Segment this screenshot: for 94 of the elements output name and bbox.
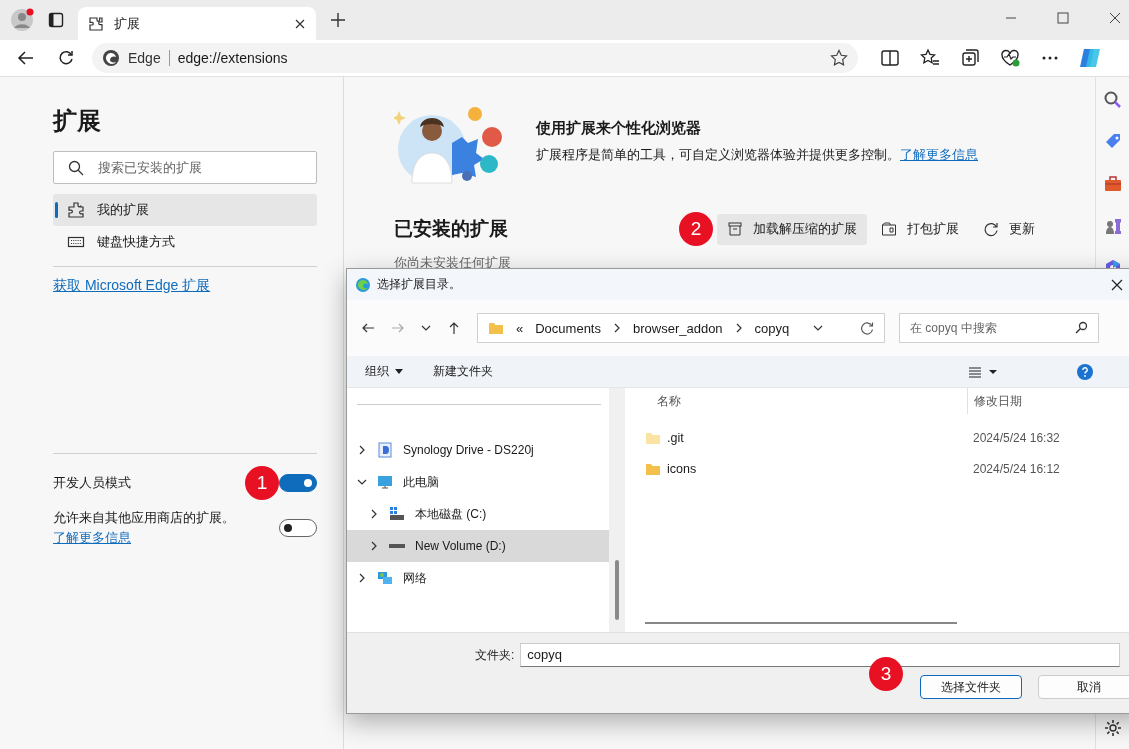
split-screen-icon[interactable]: [880, 48, 900, 68]
nav-item[interactable]: 键盘快捷方式: [53, 226, 317, 258]
dialog-button[interactable]: 选择文件夹: [920, 675, 1022, 699]
folder-field[interactable]: copyq: [520, 643, 1121, 667]
action-button[interactable]: 加载解压缩的扩展: [717, 213, 867, 245]
up-icon[interactable]: [447, 321, 461, 335]
chevron-down-icon[interactable]: [357, 477, 367, 487]
tree-item[interactable]: 本地磁盘 (C:): [347, 498, 609, 530]
setting-label: 允许来自其他应用商店的扩展。 了解更多信息: [53, 509, 236, 547]
file-name[interactable]: icons: [625, 461, 973, 476]
address-bar[interactable]: Edge edge://extensions: [92, 43, 858, 73]
section-title: 已安装的扩展: [394, 217, 509, 241]
chevron-right-icon[interactable]: [369, 509, 379, 519]
path-overflow[interactable]: «: [516, 320, 524, 336]
command-button[interactable]: 新建文件夹: [433, 363, 493, 380]
toggle-switch[interactable]: [279, 474, 317, 492]
dialog-title: 选择扩展目录。: [377, 276, 461, 293]
caret-icon: [395, 369, 403, 374]
pack-icon: [881, 221, 897, 237]
modified-date: 2024/5/24 16:32: [973, 430, 1060, 445]
folder-icon: [488, 321, 504, 335]
edge-logo-icon: [355, 276, 371, 293]
system-disk-icon: [389, 506, 405, 522]
performance-heart-icon[interactable]: [1000, 48, 1020, 68]
search-icon: [68, 159, 84, 176]
tab-actions-icon[interactable]: [48, 12, 64, 28]
chevron-right-icon: [613, 323, 621, 333]
edge-logo-icon: [102, 49, 120, 67]
chevron-down-icon[interactable]: [813, 323, 824, 333]
toolbox-icon[interactable]: [1102, 174, 1123, 194]
puzzle-icon: [88, 15, 104, 32]
tree-item[interactable]: 此电脑: [347, 466, 609, 498]
close-icon[interactable]: [294, 17, 306, 30]
tree-item[interactable]: New Volume (D:): [347, 530, 609, 562]
refresh-icon[interactable]: [860, 321, 874, 335]
step-badge: 1: [245, 466, 279, 500]
disk-drive-icon: [389, 544, 405, 548]
search-field[interactable]: 在 copyq 中搜索: [899, 313, 1099, 343]
learn-more-link[interactable]: 了解更多信息: [53, 530, 131, 545]
computer-icon: [377, 474, 393, 490]
command-button[interactable]: 组织: [365, 363, 403, 380]
banner-text: 扩展程序是简单的工具，可自定义浏览器体验并提供更多控制。了解更多信息: [536, 146, 978, 164]
favorites-icon[interactable]: [920, 48, 940, 68]
network-icon: [377, 570, 393, 586]
column-header[interactable]: 修改日期: [967, 388, 1022, 414]
help-icon[interactable]: [1077, 363, 1093, 380]
path-crumb[interactable]: Documents: [535, 320, 601, 336]
search-field[interactable]: 搜索已安装的扩展: [53, 151, 317, 184]
folder-label: 文件夹:: [475, 646, 515, 664]
new-tab-icon[interactable]: [330, 12, 346, 28]
column-header[interactable]: 名称: [625, 392, 967, 410]
action-button[interactable]: 打包扩展: [871, 213, 969, 245]
search-icon: [1074, 321, 1088, 335]
sync-drive-icon: [377, 442, 393, 458]
modified-date: 2024/5/24 16:12: [973, 461, 1060, 476]
action-button[interactable]: 更新: [973, 213, 1045, 245]
path-crumb[interactable]: copyq: [754, 320, 790, 336]
refresh-icon: [983, 221, 999, 237]
store-link[interactable]: 获取 Microsoft Edge 扩展: [53, 277, 211, 295]
close-icon[interactable]: [1111, 278, 1123, 291]
puzzle-icon: [67, 201, 85, 219]
settings-icon[interactable]: [1102, 718, 1123, 738]
chevron-right-icon[interactable]: [357, 573, 367, 583]
favorite-star-icon[interactable]: [830, 49, 848, 67]
banner-title: 使用扩展来个性化浏览器: [536, 119, 702, 138]
profile-icon[interactable]: [10, 7, 36, 33]
collections-icon[interactable]: [960, 48, 980, 68]
chevron-right-icon[interactable]: [357, 445, 367, 455]
nav-item[interactable]: 我的扩展: [53, 194, 317, 226]
tree-item[interactable]: 网络: [347, 562, 609, 594]
toggle-switch[interactable]: [279, 519, 317, 537]
dialog-button[interactable]: 取消: [1038, 675, 1129, 699]
tree-item[interactable]: Synology Drive - DS220j: [347, 434, 609, 466]
view-options-icon[interactable]: [969, 365, 997, 378]
search-icon[interactable]: [1102, 90, 1123, 110]
step-badge: 2: [679, 212, 713, 246]
close-icon[interactable]: [1109, 12, 1121, 24]
path-bar[interactable]: « Documents browser_addon copyq: [477, 313, 885, 343]
browser-tab[interactable]: 扩展: [78, 7, 316, 40]
chevron-right-icon[interactable]: [369, 541, 379, 551]
scrollbar[interactable]: [609, 388, 625, 632]
back-icon[interactable]: [361, 321, 375, 335]
site-label: Edge: [128, 50, 161, 66]
box-icon: [727, 221, 743, 237]
url-text: edge://extensions: [177, 50, 289, 66]
page-title: 扩展: [53, 106, 102, 136]
maximize-icon[interactable]: [1057, 12, 1069, 24]
recent-chevron-icon[interactable]: [421, 323, 431, 333]
file-name[interactable]: .git: [625, 430, 973, 445]
path-crumb[interactable]: browser_addon: [633, 320, 723, 336]
step-badge: 3: [869, 657, 903, 691]
learn-more-link[interactable]: 了解更多信息: [900, 147, 978, 162]
chevron-right-icon: [734, 323, 743, 333]
setting-label: 开发人员模式: [53, 474, 131, 492]
